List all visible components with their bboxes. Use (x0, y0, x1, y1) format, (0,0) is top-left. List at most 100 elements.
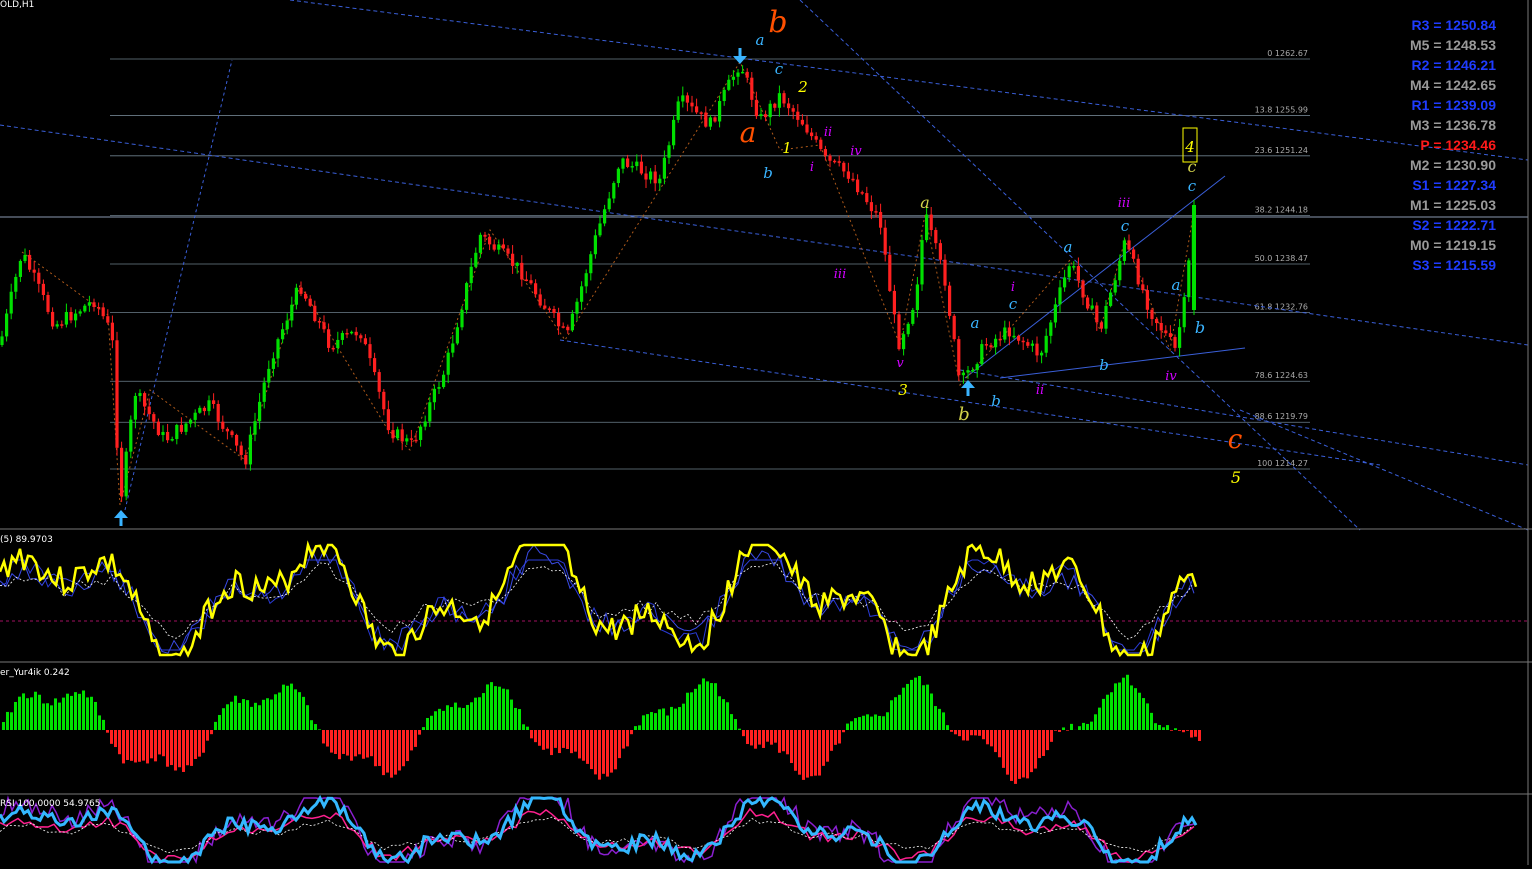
histogram-bar (1102, 699, 1105, 730)
candle-body (419, 427, 422, 440)
histogram-bar (102, 720, 105, 730)
histogram-bar (354, 730, 357, 756)
candle-body (212, 400, 215, 404)
candle-body (10, 292, 13, 314)
candle-body (617, 169, 620, 183)
candle-body (51, 312, 54, 327)
candle-body (42, 284, 45, 295)
histogram-bar (62, 698, 65, 730)
candle-body (1022, 341, 1025, 343)
histogram-bar (118, 730, 121, 754)
histogram-bar (574, 730, 577, 752)
wave-label: a (971, 314, 980, 332)
histogram-bar (278, 693, 281, 730)
histogram-bar (38, 695, 41, 730)
candle-body (428, 402, 431, 421)
histogram-bar (174, 730, 177, 771)
candle-body (792, 108, 795, 112)
histogram-bar (1166, 725, 1169, 730)
candle-body (313, 306, 316, 321)
histogram-bar (958, 730, 961, 736)
histogram-bar (586, 730, 589, 764)
histogram-bar (726, 702, 729, 730)
stochastic-label: (5) 89.9703 (0, 535, 53, 545)
candle-body (718, 101, 721, 121)
candle-body (322, 322, 325, 329)
histogram-bar (130, 730, 133, 761)
candle-body (943, 260, 946, 286)
trend-lines (0, 0, 1528, 530)
histogram-bar (326, 730, 329, 747)
histogram-bar (446, 705, 449, 730)
candle-body (621, 158, 624, 168)
histogram-bar (302, 697, 305, 730)
histogram-bar (878, 716, 881, 730)
candle-body (916, 284, 919, 310)
histogram-bar (286, 686, 289, 730)
histogram-bar (770, 730, 773, 745)
histogram-bar (790, 730, 793, 763)
histogram-bar (714, 683, 717, 730)
candle-body (713, 117, 716, 121)
candle-body (957, 339, 960, 375)
candle-body (819, 140, 822, 149)
histogram-bar (1062, 727, 1065, 730)
histogram-bar (486, 684, 489, 730)
candle-body (355, 332, 358, 335)
candle-body (19, 261, 22, 277)
elliott-wave-labels: bacacb21iiiiviiiav3babiciiabiiicaiv4ccb5 (740, 5, 1243, 487)
histogram-bar (42, 703, 45, 730)
histogram-bar (94, 702, 97, 730)
candle-body (276, 339, 279, 358)
histogram-bar (210, 730, 213, 734)
histogram-bar (970, 730, 973, 735)
histogram-bar (1130, 685, 1133, 730)
candle-body (290, 305, 293, 321)
candle-body (1031, 344, 1034, 346)
histogram-bar (1142, 698, 1145, 730)
candle-body (962, 373, 965, 376)
histogram-bar (662, 708, 665, 730)
candle-body (97, 307, 100, 309)
candle-body (999, 339, 1002, 341)
candle-body (373, 358, 376, 372)
histogram-bar (578, 730, 581, 758)
pivot-level: M2 = 1230.90 (1410, 155, 1496, 175)
histogram-bar (46, 703, 49, 730)
histogram-bar (318, 729, 321, 730)
histogram-bar (934, 706, 937, 730)
histogram-bar (18, 697, 21, 730)
histogram-bar (454, 703, 457, 730)
candle-body (759, 114, 762, 116)
candle-body (387, 409, 390, 430)
histogram-bar (134, 730, 137, 762)
fib-level-label: 0 1262.67 (1267, 49, 1308, 58)
histogram-bar (66, 694, 69, 730)
histogram-bar (98, 715, 101, 730)
candle-body (750, 78, 753, 100)
candle-body (304, 294, 307, 299)
candle-body (677, 101, 680, 119)
histogram-bar (414, 730, 417, 747)
price-chart[interactable]: 0 1262.6713.8 1255.9923.6 1251.2438.2 12… (0, 0, 1532, 865)
histogram-bar (430, 716, 433, 730)
histogram-bar (250, 707, 253, 730)
candle-body (861, 192, 864, 194)
histogram-bar (394, 730, 397, 775)
candle-body (488, 237, 491, 245)
wave-label: a (740, 116, 757, 149)
histogram-bar (1154, 723, 1157, 730)
candle-body (359, 335, 362, 338)
candle-body (33, 270, 36, 273)
histogram-bar (1042, 730, 1045, 756)
histogram-bar (86, 697, 89, 730)
candle-body (1012, 336, 1015, 338)
histogram-bar (442, 711, 445, 730)
histogram-bar (594, 730, 597, 774)
candle-body (681, 95, 684, 101)
candle-body (1104, 306, 1107, 329)
histogram-bar (682, 704, 685, 730)
candle-body (1114, 280, 1117, 292)
candle-body (649, 172, 652, 180)
histogram-bar (990, 730, 993, 746)
